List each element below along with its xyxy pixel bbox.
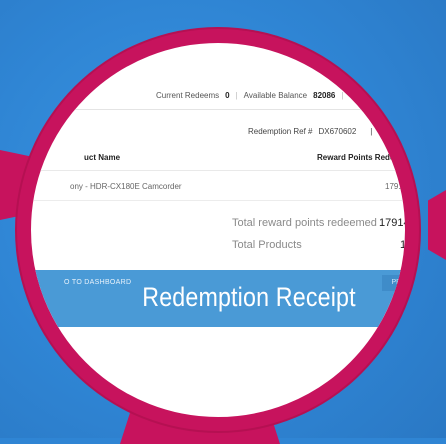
table-row: ony - HDR-CX180E Camcorder 17914 — [34, 172, 408, 201]
reward-points-cell: 17914 — [385, 182, 408, 191]
product-name-cell: ony - HDR-CX180E Camcorder — [70, 182, 182, 191]
current-redeems-value: 0 — [225, 91, 230, 100]
product-name-header: uct Name — [84, 153, 121, 162]
redemption-ref-value: DX670602 — [318, 127, 357, 136]
receipt-banner: O TO DASHBOARD PRINT Redemption Receipt — [34, 270, 405, 327]
frame-tab-right — [428, 190, 446, 260]
magnifier-lens: Current Redeems 0 | Available Balance 82… — [17, 29, 419, 431]
redemption-ref-separator: | — [370, 127, 373, 136]
total-products-label: Total Products — [232, 239, 302, 251]
page-title: Redemption Receipt — [142, 282, 356, 312]
total-points-label: Total reward points redeemed — [232, 217, 377, 229]
available-balance-label: Available Balance — [243, 91, 308, 100]
reward-points-header: Reward Points Redem — [317, 153, 402, 162]
available-balance-value: 82086 — [313, 91, 336, 100]
redemption-ref-label: Redemption Ref # — [248, 127, 313, 136]
total-points-value: 17914 — [379, 217, 410, 229]
redemption-ref: Redemption Ref # DX670602 | — [248, 127, 372, 136]
account-summary-bar: Current Redeems 0 | Available Balance 82… — [34, 82, 405, 110]
total-label: To — [349, 91, 358, 100]
divider: | — [235, 91, 238, 100]
total-products-value: 1 — [400, 239, 407, 251]
table-header: uct Name Reward Points Redem — [34, 144, 405, 171]
divider: | — [341, 91, 344, 100]
receipt-page: Current Redeems 0 | Available Balance 82… — [31, 43, 410, 417]
current-redeems-label: Current Redeems — [156, 91, 220, 100]
